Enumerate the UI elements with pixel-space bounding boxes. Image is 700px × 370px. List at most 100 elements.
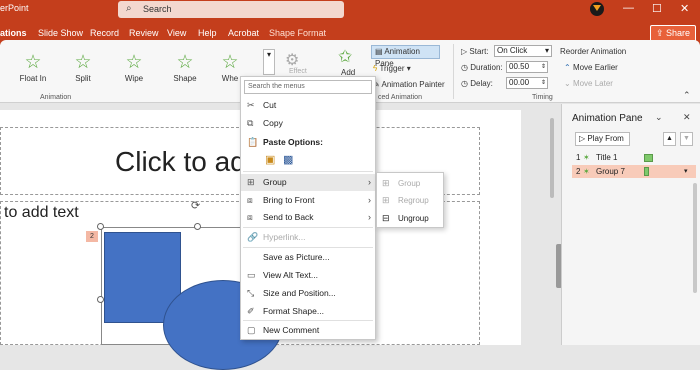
animation-list-item-selected[interactable]: 2 ✶ Group 7 ▾ [572, 165, 696, 178]
ungroup-icon: ⊟ [382, 213, 390, 223]
down-arrow-icon: ▼ [683, 135, 690, 142]
menu-item-cut[interactable]: ✂ Cut [241, 97, 375, 114]
chevron-down-icon[interactable]: ⌄ [655, 112, 663, 123]
menu-item-size-and-position[interactable]: ⤡ Size and Position... [241, 285, 375, 302]
delay-label: ◷ Delay: [461, 79, 493, 88]
start-select[interactable]: On Click ▾ [494, 45, 552, 57]
menu-search-input[interactable]: Search the menus [244, 80, 372, 94]
vertical-scrollbar[interactable] [548, 110, 556, 345]
restore-button[interactable]: ☐ [652, 2, 662, 15]
animation-pane-button[interactable]: ▤ Animation Pane [371, 45, 440, 68]
menu-label: Copy [263, 118, 283, 128]
delay-label-text: Delay: [470, 79, 493, 88]
resize-handle[interactable] [97, 223, 104, 230]
play-from-button[interactable]: ▷ Play From [575, 132, 630, 146]
star-icon: ☆ [221, 52, 239, 73]
regroup-icon: ⊞ [382, 195, 390, 205]
menu-item-view-alt-text[interactable]: ▭ View Alt Text... [241, 267, 375, 284]
chevron-down-icon: ▾ [406, 64, 411, 73]
delay-input[interactable]: 00.00 ⇕ [506, 77, 548, 89]
slide-title-text: Click to ad [115, 146, 246, 177]
move-down-button[interactable]: ▼ [680, 132, 693, 146]
duration-label: ◷ Duration: [461, 63, 503, 72]
submenu-item-ungroup[interactable]: ⊟ Ungroup [377, 210, 443, 227]
move-later-button[interactable]: ⌄ Move Later [564, 79, 613, 88]
menu-separator [243, 227, 373, 228]
spinner-icon[interactable]: ⇕ [541, 62, 546, 72]
tab-shape-format[interactable]: Shape Format [269, 28, 326, 38]
menu-label: Paste Options: [263, 137, 323, 147]
add-animation-icon[interactable]: ✩ [338, 47, 352, 67]
scrollbar-thumb[interactable] [550, 118, 554, 198]
move-earlier-button[interactable]: ⌃ Move Earlier [564, 63, 618, 72]
submenu-item-group[interactable]: ⊞ Group [377, 175, 443, 192]
move-later-label: Move Later [572, 79, 613, 88]
share-label: Share [666, 28, 691, 38]
effect-options-label: Effect [289, 68, 307, 75]
chevron-right-icon: › [368, 177, 371, 187]
close-button[interactable]: ✕ [680, 2, 689, 15]
move-up-button[interactable]: ▲ [663, 132, 676, 146]
rotate-handle-icon[interactable]: ⟳ [191, 199, 200, 212]
animation-shape[interactable]: ☆ Shape [165, 52, 205, 83]
tab-slide-show[interactable]: Slide Show [38, 28, 83, 38]
menu-item-send-to-back[interactable]: ⧈ Send to Back › [241, 209, 375, 226]
trigger-label: Trigger [379, 64, 405, 73]
animation-wipe[interactable]: ☆ Wipe [114, 52, 154, 83]
chevron-down-icon[interactable]: ▾ [684, 165, 688, 178]
paste-as-picture-icon[interactable]: ▩ [283, 153, 297, 167]
play-icon: ▷ [579, 134, 586, 143]
close-pane-icon[interactable]: ✕ [683, 112, 691, 123]
context-menu: Search the menus ✂ Cut ⧉ Copy 📋 Paste Optio… [240, 76, 376, 340]
menu-item-format-shape[interactable]: ✐ Format Shape... [241, 303, 375, 320]
pane-scrollbar[interactable] [693, 183, 697, 293]
up-arrow-icon: ⌃ [564, 63, 571, 72]
menu-item-copy[interactable]: ⧉ Copy [241, 115, 375, 132]
paste-keep-format-icon[interactable]: ▣ [265, 153, 279, 167]
clock-icon: ◷ [461, 63, 468, 72]
menu-item-hyperlink[interactable]: 🔗 Hyperlink... [241, 229, 375, 246]
menu-label: New Comment [263, 325, 320, 335]
animation-label: Whe [221, 74, 239, 83]
menu-item-new-comment[interactable]: ▢ New Comment [241, 322, 375, 339]
animation-split[interactable]: ☆ Split [63, 52, 103, 83]
group-label-animation: Animation [40, 94, 72, 101]
tab-help[interactable]: Help [198, 28, 217, 38]
search-box[interactable]: ⌕ Search [118, 1, 344, 18]
user-avatar[interactable] [590, 2, 604, 16]
menu-item-group[interactable]: ⊞ Group › [241, 174, 375, 191]
animation-painter-button[interactable]: ✎ Animation Painter [373, 80, 445, 89]
entrance-star-icon: ✶ [583, 153, 590, 162]
move-earlier-label: Move Earlier [572, 63, 618, 72]
tab-view[interactable]: View [167, 28, 186, 38]
menu-item-bring-to-front[interactable]: ⧈ Bring to Front › [241, 192, 375, 209]
tab-review[interactable]: Review [129, 28, 159, 38]
collapse-ribbon-icon[interactable]: ⌃ [683, 90, 691, 101]
animation-float-in[interactable]: ☆ Float In [13, 52, 53, 83]
animation-list-item[interactable]: 1 ✶ Title 1 [572, 152, 696, 164]
animations-gallery-more[interactable]: ▾ [263, 49, 275, 75]
send-back-icon: ⧈ [247, 212, 253, 222]
group-submenu: ⊞ Group ⊞ Regroup ⊟ Ungroup [376, 172, 444, 228]
spinner-icon[interactable]: ⇕ [541, 78, 546, 88]
resize-handle[interactable] [97, 296, 104, 303]
tab-animations[interactable]: ations [0, 28, 27, 38]
trigger-button[interactable]: ϟ Trigger ▾ [373, 64, 411, 73]
menu-item-save-as-picture[interactable]: Save as Picture... [241, 249, 375, 266]
minimize-button[interactable]: — [623, 2, 634, 14]
tab-record[interactable]: Record [90, 28, 119, 38]
star-icon: ☆ [74, 52, 92, 73]
duration-input[interactable]: 00.50 ⇕ [506, 61, 548, 73]
menu-label: Group [398, 179, 421, 188]
chevron-down-icon: ▾ [544, 46, 549, 55]
star-icon: ☆ [24, 52, 42, 73]
resize-handle[interactable] [194, 223, 201, 230]
tab-acrobat[interactable]: Acrobat [228, 28, 259, 38]
submenu-item-regroup[interactable]: ⊞ Regroup [377, 192, 443, 209]
chevron-right-icon: › [368, 212, 371, 222]
menu-label: Bring to Front [263, 195, 315, 205]
menu-label: Hyperlink... [263, 232, 306, 242]
ribbon-divider [453, 44, 454, 99]
item-label: Group 7 [596, 167, 625, 176]
item-number: 2 [576, 167, 581, 176]
